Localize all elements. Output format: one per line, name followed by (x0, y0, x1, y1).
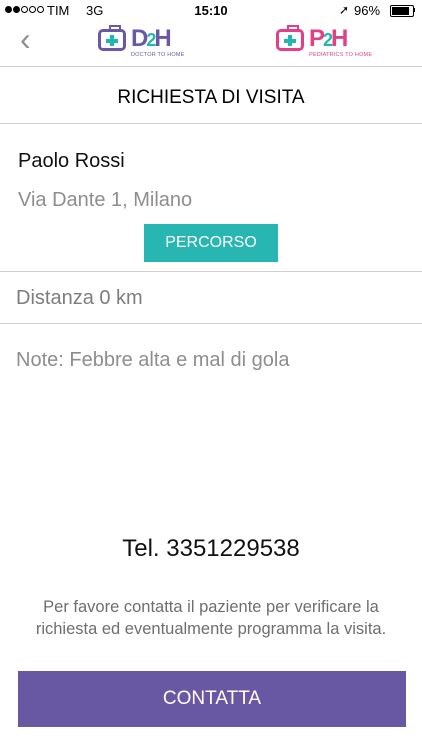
route-button[interactable]: PERCORSO (144, 224, 278, 262)
status-bar: TIM 3G 15:10 ➚ 96% (0, 0, 422, 22)
logo-mark: P2H (309, 25, 348, 53)
medical-kit-icon (98, 25, 126, 51)
notes-text: Note: Febbre alta e mal di gola (16, 349, 290, 371)
divider (0, 323, 422, 324)
battery-icon (390, 5, 414, 17)
back-button[interactable]: ‹ (20, 22, 50, 66)
logo-letter: D (131, 25, 148, 52)
logo-letter: H (154, 25, 171, 52)
logo-letter: P (309, 25, 325, 52)
phone-number: Tel. 3351229538 (122, 535, 300, 562)
battery-tip (413, 8, 415, 12)
battery-level-fill (392, 7, 410, 15)
divider (0, 271, 422, 272)
patient-name: Paolo Rossi (18, 150, 125, 172)
medical-kit-icon (276, 25, 304, 51)
doctor-to-home-logo: D2H DOCTOR TO HOME (98, 24, 190, 58)
navigation-bar: ‹ D2H DOCTOR TO HOME P2H PEDIATRICS TO H… (0, 22, 422, 67)
location-arrow-icon: ➚ (339, 3, 350, 17)
instruction-message: Per favore contatta il paziente per veri… (35, 598, 387, 638)
distance-label: Distanza 0 km (16, 287, 143, 309)
logo-subtitle: PEDIATRICS TO HOME (309, 52, 373, 58)
page-title: RICHIESTA DI VISITA (0, 67, 422, 124)
patient-address: Via Dante 1, Milano (18, 189, 193, 211)
logo-mark: D2H (131, 25, 172, 53)
chevron-left-icon: ‹ (20, 21, 31, 57)
contact-button[interactable]: CONTATTA (18, 671, 406, 727)
battery-percentage: 96% (354, 3, 381, 18)
logo-subtitle: DOCTOR TO HOME (131, 52, 185, 58)
pediatrics-to-home-logo: P2H PEDIATRICS TO HOME (276, 24, 372, 58)
logo-letter: H (331, 25, 348, 52)
